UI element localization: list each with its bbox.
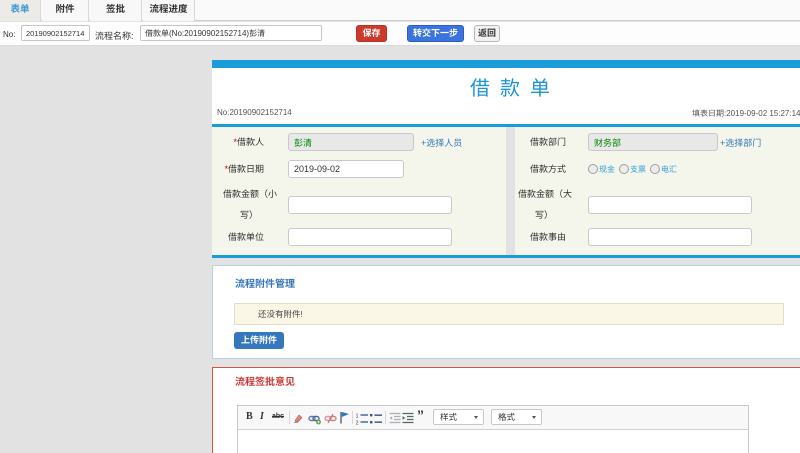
svg-text:1: 1 — [356, 414, 359, 420]
svg-text:2: 2 — [356, 421, 359, 427]
